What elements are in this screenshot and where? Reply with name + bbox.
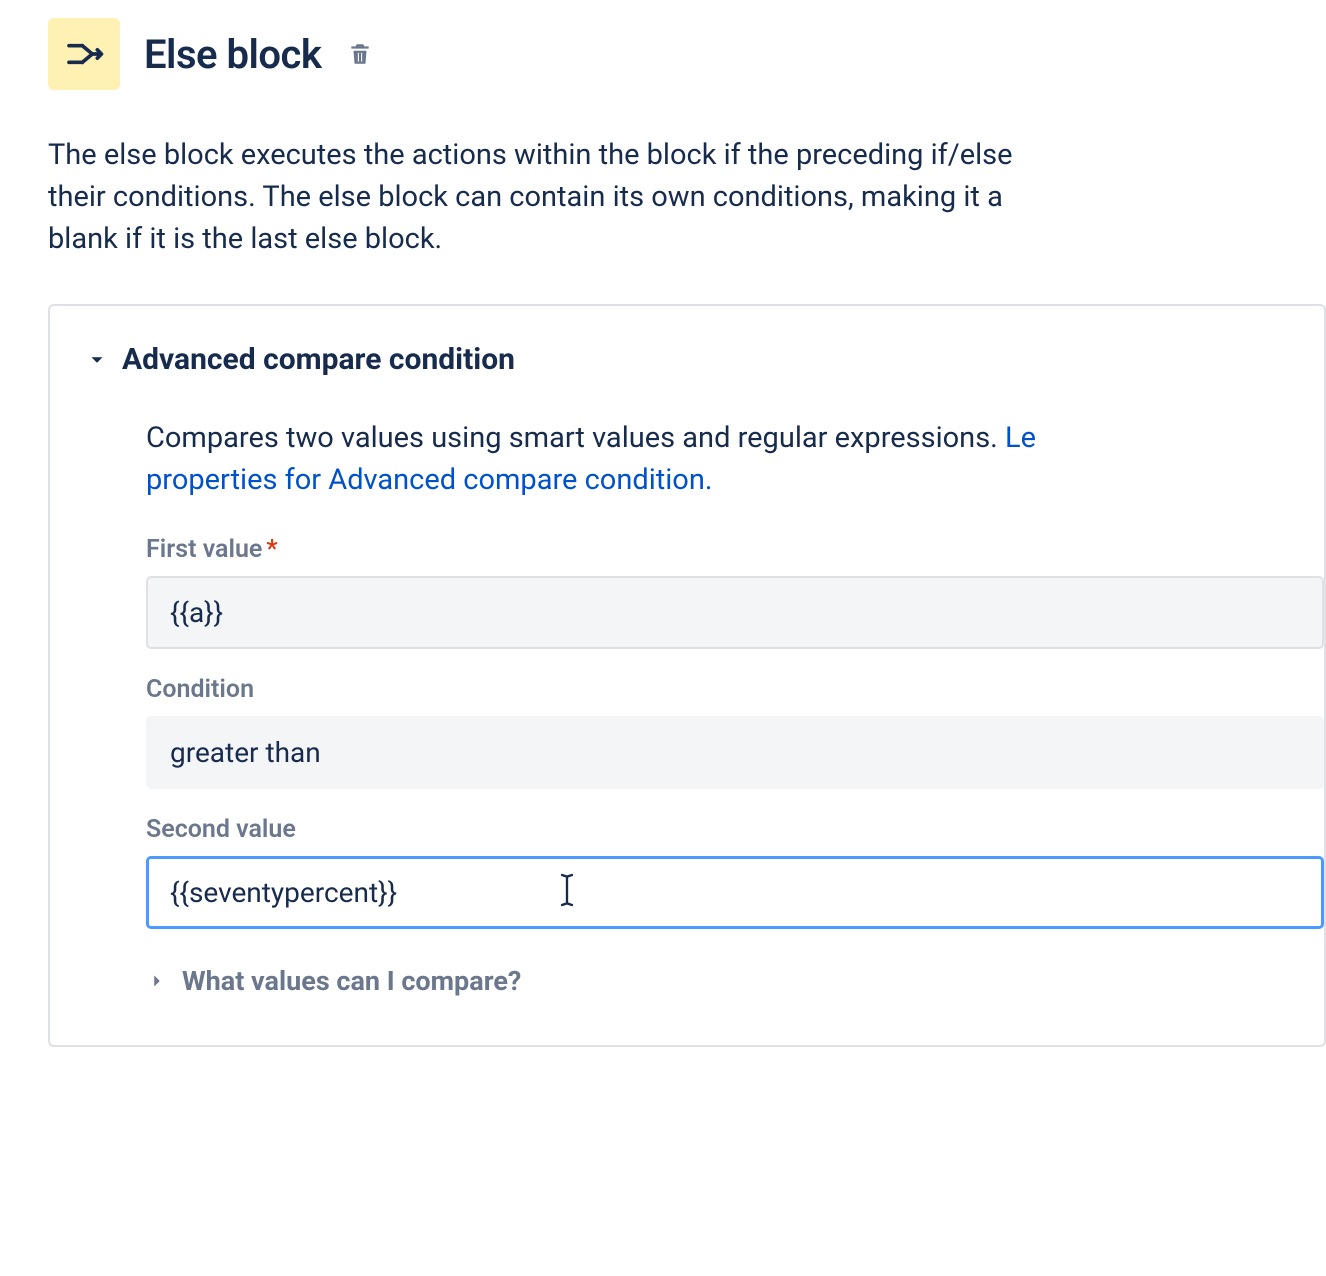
- values-help-expander[interactable]: What values can I compare?: [146, 965, 1324, 997]
- section-toggle[interactable]: Advanced compare condition: [86, 342, 1324, 377]
- condition-desc-text: Compares two values using smart values a…: [146, 421, 1005, 455]
- field-label-text: First value: [146, 535, 262, 564]
- condition-select[interactable]: greater than: [146, 716, 1324, 789]
- first-value-label: First value*: [146, 535, 1324, 564]
- section-title: Advanced compare condition: [122, 342, 515, 377]
- page-title: Else block: [144, 31, 321, 78]
- learn-link[interactable]: Le: [1005, 421, 1036, 455]
- delete-button[interactable]: [343, 37, 377, 71]
- condition-label: Condition: [146, 675, 1324, 704]
- else-block-icon: [48, 18, 120, 90]
- description-line: blank if it is the last else block.: [48, 218, 1326, 260]
- header-row: Else block: [48, 18, 1326, 90]
- properties-link[interactable]: properties for Advanced compare conditio…: [146, 463, 713, 497]
- required-marker: *: [266, 535, 277, 564]
- condition-group: Condition greater than: [146, 675, 1324, 789]
- second-value-group: Second value: [146, 815, 1324, 929]
- first-value-input[interactable]: [146, 576, 1324, 649]
- second-value-input[interactable]: [146, 856, 1324, 929]
- trash-icon: [347, 41, 373, 67]
- chevron-down-icon: [86, 349, 108, 371]
- condition-card: Advanced compare condition Compares two …: [48, 304, 1326, 1047]
- expander-label: What values can I compare?: [182, 965, 521, 997]
- description-line: their conditions. The else block can con…: [48, 176, 1326, 218]
- condition-description: Compares two values using smart values a…: [146, 417, 1324, 501]
- first-value-group: First value*: [146, 535, 1324, 649]
- branch-icon: [64, 34, 104, 74]
- chevron-right-icon: [146, 970, 168, 992]
- description-line: The else block executes the actions with…: [48, 134, 1326, 176]
- second-value-label: Second value: [146, 815, 1324, 844]
- else-block-description: The else block executes the actions with…: [48, 134, 1326, 260]
